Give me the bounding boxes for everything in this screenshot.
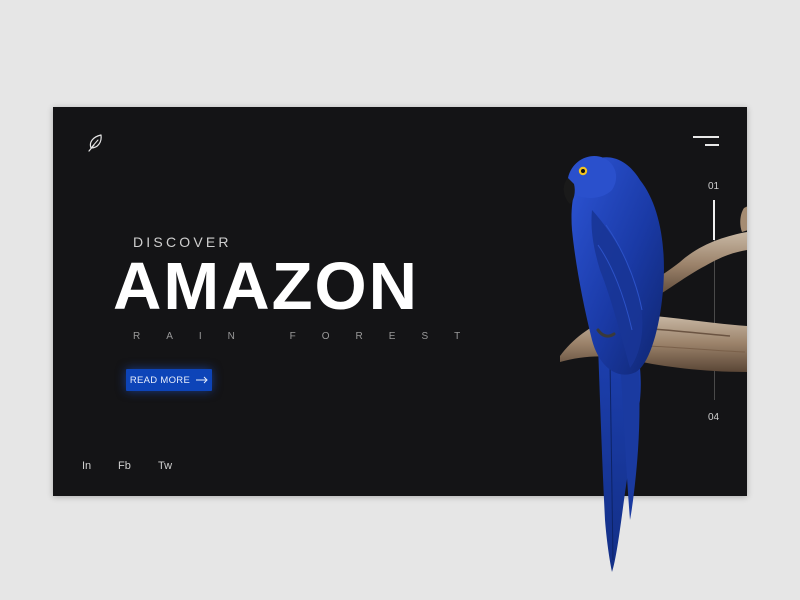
stage: DISCOVER AMAZON RAIN FOREST READ MORE In… (0, 0, 800, 600)
arrow-right-icon (196, 376, 208, 384)
read-more-label: READ MORE (129, 374, 191, 386)
social-link-facebook[interactable]: Fb (118, 460, 131, 472)
social-link-linkedin[interactable]: In (82, 460, 91, 472)
hero-eyebrow: DISCOVER (133, 234, 232, 250)
read-more-button[interactable]: READ MORE (126, 369, 212, 391)
pager-current: 01 (708, 181, 720, 192)
hero-title: AMAZON (113, 249, 420, 324)
menu-line-top (693, 136, 719, 138)
pager-total: 04 (708, 412, 720, 423)
pager-thumb[interactable] (713, 200, 715, 240)
menu-line-bottom (705, 144, 719, 146)
hamburger-menu-icon[interactable] (689, 133, 719, 153)
hero-card: DISCOVER AMAZON RAIN FOREST READ MORE In… (53, 107, 747, 496)
hero-subtitle: RAIN FOREST (133, 331, 487, 342)
feather-icon[interactable] (83, 131, 107, 155)
social-link-twitter[interactable]: Tw (158, 460, 172, 472)
